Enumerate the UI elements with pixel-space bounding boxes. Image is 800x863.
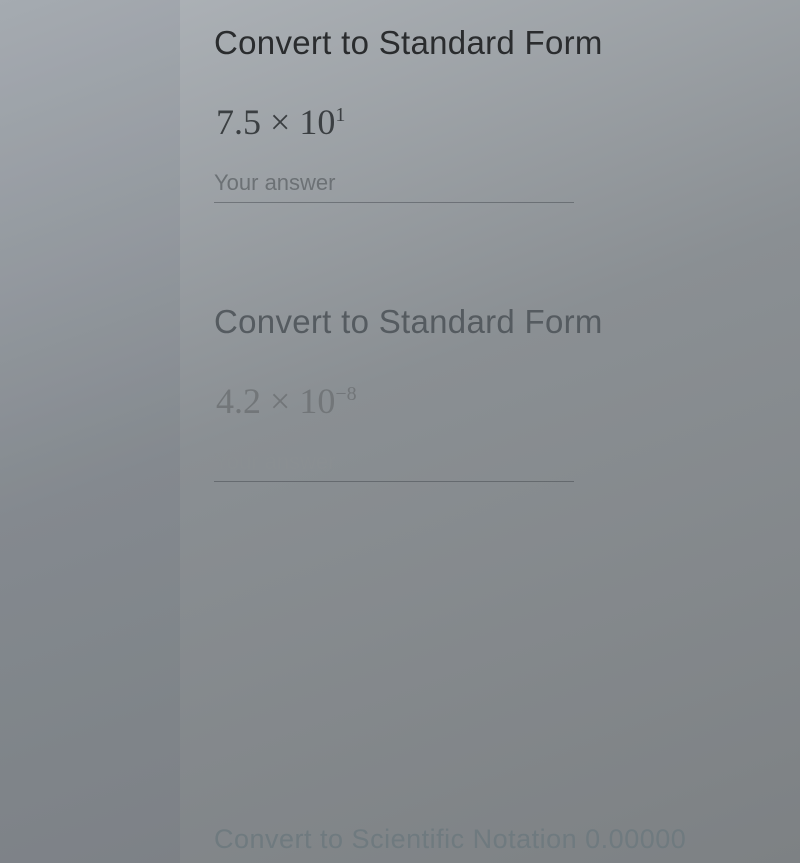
times-sign: ×: [270, 381, 290, 421]
base: 10: [299, 102, 335, 142]
exponent: −8: [335, 383, 356, 405]
base: 10: [299, 381, 335, 421]
times-sign: ×: [270, 102, 290, 142]
next-question-title: Convert to Scientific Notation 0.00000: [214, 824, 800, 855]
answer-input-2[interactable]: [214, 445, 574, 482]
answer-input-1[interactable]: [214, 166, 574, 203]
left-margin: [0, 0, 180, 863]
question-card-2: Convert to Standard Form 4.2 × 10−8: [214, 303, 780, 482]
question-title: Convert to Standard Form: [214, 303, 780, 341]
question-title: Convert to Standard Form: [214, 24, 780, 62]
worksheet-page: Convert to Standard Form 7.5 × 101 Conve…: [0, 0, 800, 863]
content-area: Convert to Standard Form 7.5 × 101 Conve…: [180, 0, 800, 863]
expression: 4.2 × 10−8: [216, 383, 780, 419]
question-card-1: Convert to Standard Form 7.5 × 101: [214, 24, 780, 203]
coefficient: 4.2: [216, 381, 261, 421]
coefficient: 7.5: [216, 102, 261, 142]
expression: 7.5 × 101: [216, 104, 780, 140]
exponent: 1: [335, 104, 345, 126]
